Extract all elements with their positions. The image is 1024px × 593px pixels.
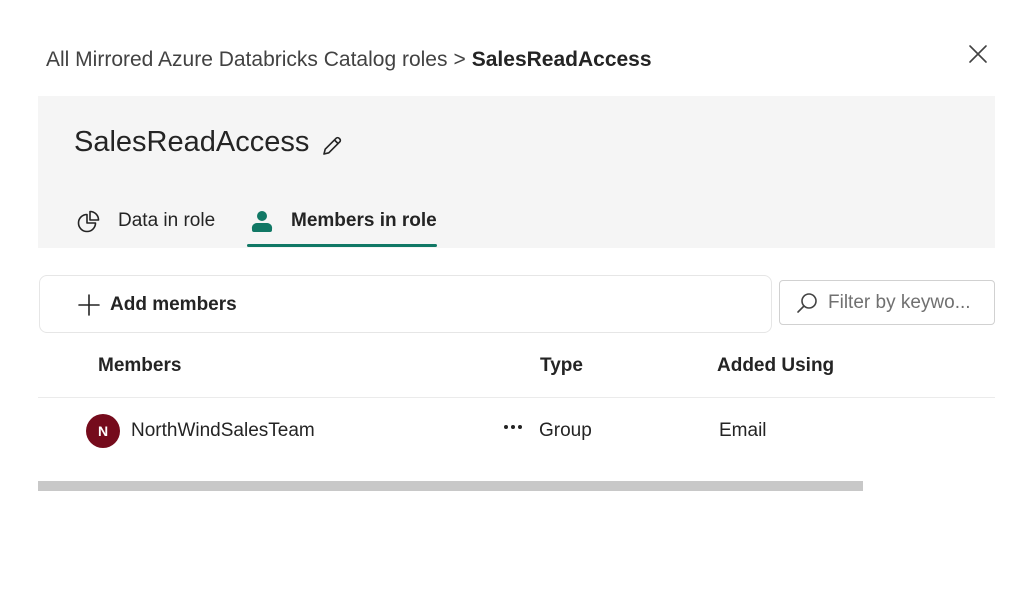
tab-members-in-role-label: Members in role [291,210,437,231]
avatar: N [86,414,120,448]
person-icon [249,208,275,234]
member-name: NorthWindSalesTeam [131,420,315,441]
filter-search-box[interactable] [779,280,995,325]
more-options-icon [504,425,522,429]
tab-data-in-role-label: Data in role [118,210,216,231]
role-title: SalesReadAccess [74,126,310,158]
column-header-type[interactable]: Type [540,355,583,377]
horizontal-scrollbar[interactable] [38,481,863,491]
search-icon [797,292,817,313]
close-icon [969,45,987,63]
column-header-added-using[interactable]: Added Using [717,355,834,377]
breadcrumb-parent-link[interactable]: All Mirrored Azure Databricks Catalog ro… [46,48,447,71]
members-toolbar: Add members [39,275,772,333]
plus-icon [76,292,102,318]
more-options-button[interactable] [498,412,528,442]
role-header-panel: SalesReadAccess Data in role Members in … [38,96,995,248]
member-added-using: Email [719,420,767,441]
column-header-members[interactable]: Members [98,355,181,377]
filter-input[interactable] [828,291,988,314]
pie-chart-icon [76,208,102,234]
breadcrumb-separator: > [453,48,466,71]
table-row[interactable]: N NorthWindSalesTeam Group Email [38,398,995,464]
edit-role-name-button[interactable] [318,132,346,160]
breadcrumb-current: SalesReadAccess [471,48,652,71]
tab-data-in-role[interactable]: Data in role [76,196,215,246]
pencil-icon [323,136,342,155]
close-button[interactable] [962,38,994,70]
tab-members-in-role[interactable]: Members in role [247,196,437,247]
add-members-button[interactable]: Add members [76,288,237,322]
breadcrumb: All Mirrored Azure Databricks Catalog ro… [46,48,652,72]
member-type: Group [539,420,592,441]
add-members-label: Add members [110,294,237,315]
